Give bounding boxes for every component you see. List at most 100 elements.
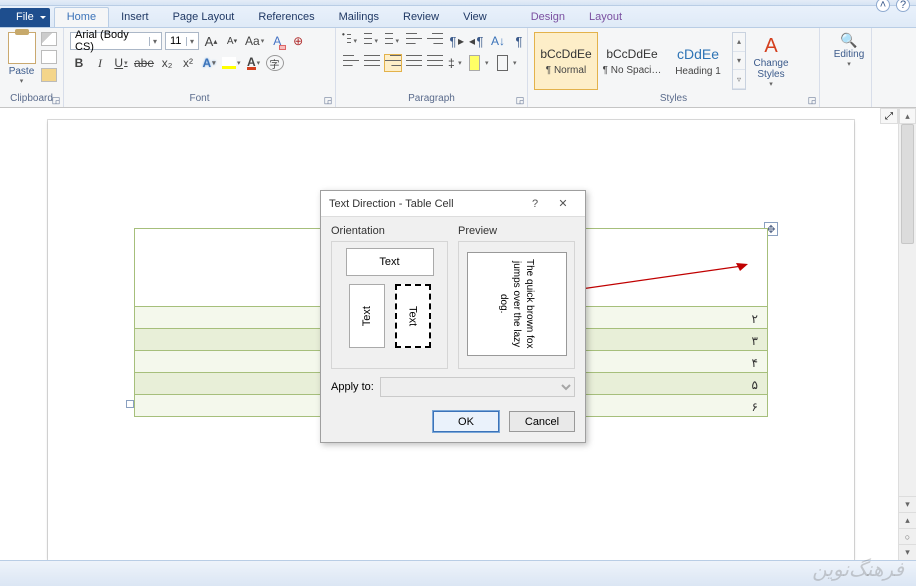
orientation-label: Orientation: [331, 225, 448, 237]
copy-icon[interactable]: [41, 50, 57, 64]
orientation-horizontal[interactable]: Text: [346, 248, 434, 276]
multilevel-button[interactable]: ▾: [384, 32, 402, 50]
strikethrough-button[interactable]: abe: [133, 54, 155, 72]
preview-text: The quick brown fox jumps over the lazy …: [497, 253, 536, 355]
object-select-icon[interactable]: ⤢: [880, 108, 898, 124]
sort-button[interactable]: A↓: [489, 32, 507, 50]
paragraph-launcher-icon[interactable]: ◲: [514, 94, 526, 106]
grow-font-button[interactable]: A▴: [202, 32, 220, 50]
font-name-combo[interactable]: Arial (Body CS)▾: [70, 32, 162, 50]
apply-to-select: [380, 377, 575, 397]
rtl-direction-button[interactable]: ◂¶: [468, 32, 486, 50]
phonetic-guide-button[interactable]: ⊕: [289, 32, 307, 50]
tab-mailings[interactable]: Mailings: [327, 8, 391, 27]
align-left-button[interactable]: [342, 54, 360, 72]
group-font: Arial (Body CS)▾ 11▾ A▴ A▾ Aa▾ A ⊕ B I U…: [64, 28, 336, 107]
preview-box: The quick brown fox jumps over the lazy …: [467, 252, 567, 356]
borders-button[interactable]: ▾: [496, 54, 521, 72]
row-number: ۴: [752, 356, 758, 370]
orientation-vertical-left[interactable]: Text: [349, 284, 385, 348]
shading-icon: [469, 55, 480, 71]
cut-icon[interactable]: [41, 32, 57, 46]
status-bar: [0, 560, 916, 586]
italic-button[interactable]: I: [91, 54, 109, 72]
font-color-button[interactable]: A▾: [245, 54, 263, 72]
clipboard-launcher-icon[interactable]: ◲: [50, 94, 62, 106]
change-styles-icon: A: [764, 35, 777, 58]
justify-button[interactable]: [405, 54, 423, 72]
ribbon-tabs: File Home Insert Page Layout References …: [0, 6, 916, 28]
group-clipboard: Paste ▾ Clipboard ◲: [0, 28, 64, 107]
line-spacing-button[interactable]: ‡▾: [447, 54, 465, 72]
help-icon[interactable]: ?: [896, 0, 910, 12]
tab-review[interactable]: Review: [391, 8, 451, 27]
tab-layout[interactable]: Layout: [577, 8, 634, 27]
underline-button[interactable]: U▾: [112, 54, 130, 72]
increase-indent-button[interactable]: [426, 32, 444, 50]
change-case-button[interactable]: Aa▾: [244, 32, 265, 50]
previous-page-button[interactable]: ▴: [899, 512, 916, 528]
superscript-button[interactable]: x²: [179, 54, 197, 72]
scroll-up-button[interactable]: ▴: [899, 108, 916, 124]
enclose-characters-button[interactable]: 字: [266, 55, 284, 71]
bold-button[interactable]: B: [70, 54, 88, 72]
tab-home[interactable]: Home: [54, 7, 109, 27]
orientation-vertical-right[interactable]: Text: [395, 284, 431, 348]
tab-references[interactable]: References: [246, 8, 326, 27]
style-no-spacing[interactable]: bCcDdEe ¶ No Spaci…: [600, 32, 664, 90]
change-styles-button[interactable]: A Change Styles ▾: [748, 32, 794, 90]
editing-button[interactable]: 🔍 Editing ▾: [826, 32, 872, 68]
clear-formatting-button[interactable]: A: [268, 32, 286, 50]
row-number: ۵: [752, 378, 758, 392]
decrease-indent-button[interactable]: [405, 32, 423, 50]
dialog-help-button[interactable]: ?: [521, 194, 549, 214]
styles-launcher-icon[interactable]: ◲: [806, 94, 818, 106]
ok-button[interactable]: OK: [433, 411, 499, 432]
browse-object-button[interactable]: ○: [899, 528, 916, 544]
numbering-button[interactable]: ▾: [363, 32, 381, 50]
font-launcher-icon[interactable]: ◲: [322, 94, 334, 106]
dialog-titlebar[interactable]: Text Direction - Table Cell ? ✕: [321, 191, 585, 217]
style-heading-1[interactable]: cDdEe Heading 1: [666, 32, 730, 90]
show-marks-button[interactable]: ¶: [510, 32, 528, 50]
text-direction-dialog: Text Direction - Table Cell ? ✕ Orientat…: [320, 190, 586, 443]
paste-button[interactable]: Paste ▾: [6, 32, 37, 85]
format-painter-icon[interactable]: [41, 68, 57, 82]
group-paragraph: •▾ ▾ ▾ ¶▸ ◂¶ A↓ ¶ ‡▾ ▾ ▾ Paragraph ◲: [336, 28, 528, 107]
tab-page-layout[interactable]: Page Layout: [161, 8, 247, 27]
ribbon: Paste ▾ Clipboard ◲ Arial (Body CS)▾ 11▾…: [0, 28, 916, 108]
row-number: ۶: [752, 400, 758, 414]
watermark: فرهنگ‌نوین: [812, 557, 904, 582]
eraser-icon: [279, 45, 286, 50]
subscript-button[interactable]: x₂: [158, 54, 176, 72]
preview-fieldset: Preview The quick brown fox jumps over t…: [458, 225, 575, 369]
row-number: ۳: [752, 334, 758, 348]
group-editing: 🔍 Editing ▾: [820, 28, 872, 107]
scroll-down-button[interactable]: ▾: [899, 496, 916, 512]
highlight-button[interactable]: ▾: [221, 54, 242, 72]
distributed-button[interactable]: [426, 54, 444, 72]
font-size-combo[interactable]: 11▾: [165, 32, 199, 50]
align-right-button[interactable]: [384, 54, 402, 72]
vertical-scrollbar[interactable]: ▴ ▾ ▴ ○ ▾: [898, 108, 916, 560]
shading-button[interactable]: ▾: [468, 54, 493, 72]
dialog-close-button[interactable]: ✕: [549, 194, 577, 214]
tab-design[interactable]: Design: [519, 8, 577, 27]
title-bar: ˄ ?: [0, 0, 916, 6]
ltr-direction-button[interactable]: ¶▸: [447, 32, 465, 50]
align-center-button[interactable]: [363, 54, 381, 72]
shrink-font-button[interactable]: A▾: [223, 32, 241, 50]
cancel-button[interactable]: Cancel: [509, 411, 575, 432]
style-normal[interactable]: bCcDdEe ¶ Normal: [534, 32, 598, 90]
table-resize-handle-icon[interactable]: [126, 400, 134, 408]
text-effects-button[interactable]: A▾: [200, 54, 218, 72]
tab-file[interactable]: File: [0, 8, 50, 27]
bullets-button[interactable]: •▾: [342, 32, 360, 50]
minimize-ribbon-icon[interactable]: ˄: [876, 0, 890, 12]
group-styles: bCcDdEe ¶ Normal bCcDdEe ¶ No Spaci… cDd…: [528, 28, 820, 107]
border-icon: [497, 55, 508, 71]
scroll-thumb[interactable]: [901, 124, 914, 244]
styles-scroll[interactable]: ▴▾▿: [732, 32, 746, 90]
tab-view[interactable]: View: [451, 8, 499, 27]
tab-insert[interactable]: Insert: [109, 8, 161, 27]
